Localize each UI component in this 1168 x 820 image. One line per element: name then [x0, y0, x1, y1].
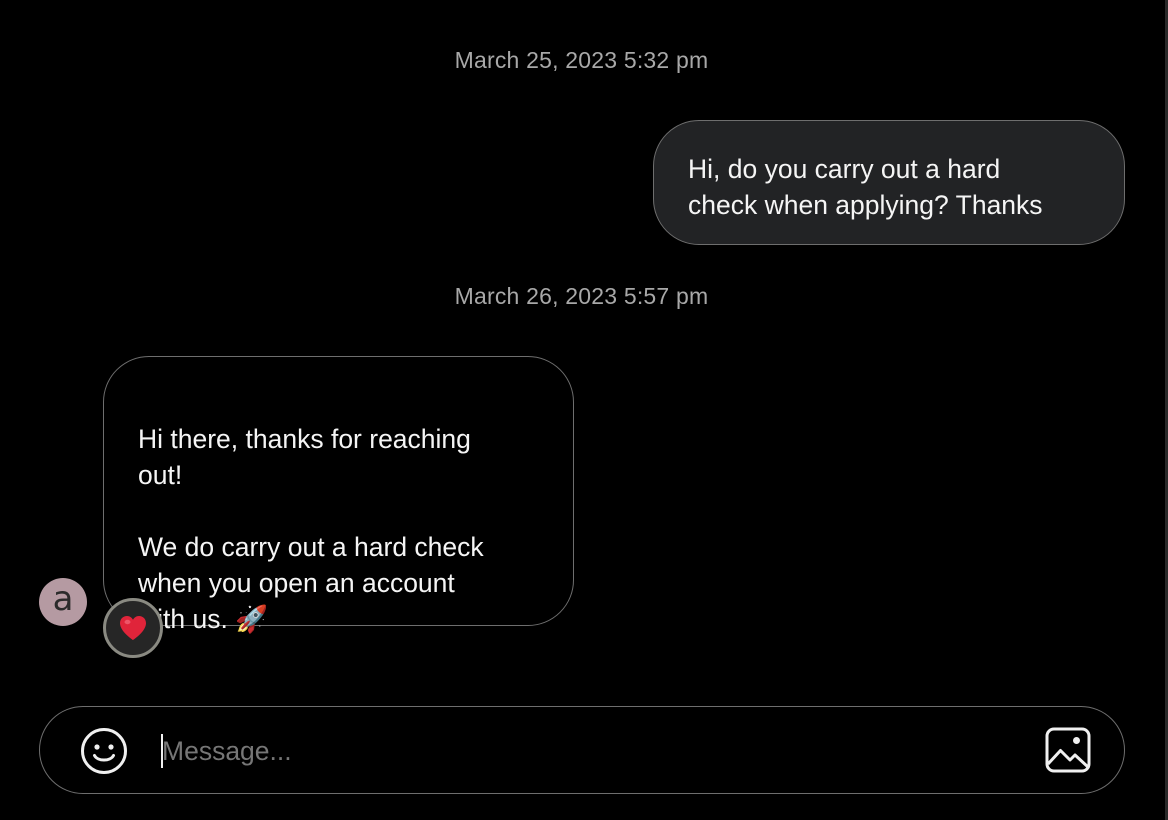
emoji-button[interactable]	[80, 727, 128, 775]
sender-avatar[interactable]: a	[39, 578, 87, 626]
message-timestamp: March 25, 2023 5:32 pm	[454, 47, 709, 73]
heart-emoji-icon	[120, 616, 146, 640]
heart-reaction[interactable]	[103, 598, 163, 658]
message-text: Hi, do you carry out a hard check when a…	[688, 154, 1043, 220]
outgoing-message-bubble[interactable]: Hi, do you carry out a hard check when a…	[653, 120, 1125, 245]
incoming-message-bubble[interactable]: Hi there, thanks for reaching out! We do…	[103, 356, 574, 634]
smiley-face-icon	[81, 728, 127, 774]
image-icon	[1045, 727, 1091, 773]
message-timestamp: March 26, 2023 5:57 pm	[454, 283, 709, 309]
message-text: Hi there, thanks for reaching out! We do…	[138, 424, 484, 634]
avatar-letter: a	[52, 579, 74, 619]
message-input[interactable]	[162, 725, 1022, 777]
attach-image-button[interactable]	[1045, 727, 1091, 773]
message-composer	[39, 706, 1125, 794]
chat-window: March 25, 2023 5:32 pm Hi, do you carry …	[0, 0, 1168, 820]
